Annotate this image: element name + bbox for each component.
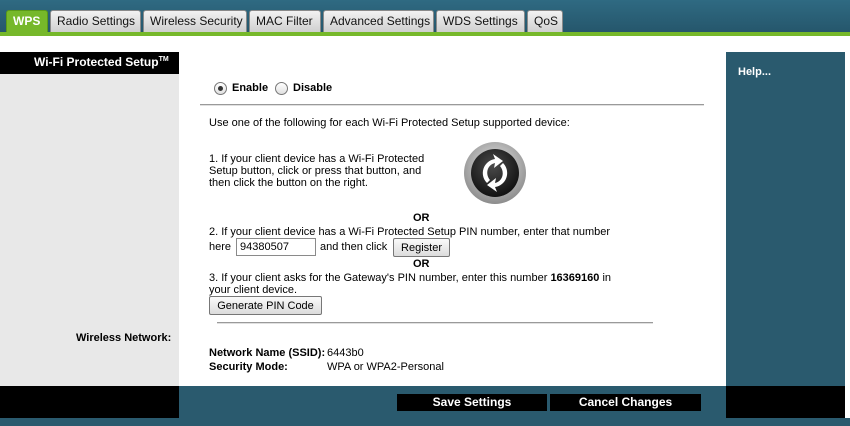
section-title-text: Wi-Fi Protected Setup <box>34 55 159 69</box>
section-title: Wi-Fi Protected SetupTM <box>0 52 179 74</box>
or-separator-1: OR <box>413 212 430 224</box>
ssid-value: 6443b0 <box>327 347 364 359</box>
gateway-pin: 16369160 <box>550 272 600 284</box>
divider <box>200 104 704 106</box>
security-mode-value: WPA or WPA2-Personal <box>327 361 444 373</box>
wireless-network-label: Wireless Network: <box>76 332 172 344</box>
tab-mac-filter[interactable]: MAC Filter <box>249 10 321 32</box>
tab-wireless-security[interactable]: Wireless Security <box>143 10 247 32</box>
step2-here-label: here <box>209 241 232 253</box>
divider <box>217 322 653 324</box>
enable-label[interactable]: Enable <box>232 82 268 94</box>
tab-wps[interactable]: WPS <box>6 10 48 33</box>
tab-radio-settings[interactable]: Radio Settings <box>50 10 141 32</box>
register-button[interactable]: Register <box>393 238 450 257</box>
step3-text: 3. If your client asks for the Gateway's… <box>209 272 611 284</box>
step2-then-label: and then click <box>320 241 388 253</box>
tab-qos[interactable]: QoS <box>527 10 563 32</box>
page-base <box>0 418 850 426</box>
main-panel <box>179 43 726 386</box>
wps-intro-text: Use one of the following for each Wi-Fi … <box>209 117 570 129</box>
security-mode-label: Security Mode: <box>209 361 288 373</box>
tab-wds-settings[interactable]: WDS Settings <box>436 10 525 32</box>
cancel-changes-button[interactable]: Cancel Changes <box>550 394 701 411</box>
step1-text-1: 1. If your client device has a Wi-Fi Pro… <box>209 153 425 165</box>
left-footer <box>0 386 179 418</box>
enable-radio[interactable] <box>214 82 227 95</box>
right-footer <box>726 386 845 418</box>
tab-advanced-settings[interactable]: Advanced Settings <box>323 10 434 32</box>
trademark-mark: TM <box>158 56 169 63</box>
step3-suffix: in <box>602 272 612 284</box>
wps-push-button-icon[interactable] <box>463 141 527 205</box>
save-settings-button[interactable]: Save Settings <box>397 394 547 411</box>
generate-pin-button[interactable]: Generate PIN Code <box>209 296 322 315</box>
help-link[interactable]: Help... <box>738 66 771 78</box>
client-pin-input[interactable] <box>236 238 316 256</box>
step2-text: 2. If your client device has a Wi-Fi Pro… <box>209 226 611 238</box>
ssid-label: Network Name (SSID): <box>209 347 326 359</box>
step3-text-2: your client device. <box>209 284 298 296</box>
right-edge <box>845 36 850 426</box>
disable-radio[interactable] <box>275 82 288 95</box>
step1-text-2: Setup button, click or press that button… <box>209 165 422 177</box>
step3-prefix: 3. If your client asks for the Gateway's… <box>209 272 548 284</box>
step1-text-3: then click the button on the right. <box>209 177 368 189</box>
disable-label[interactable]: Disable <box>293 82 332 94</box>
or-separator-2: OR <box>413 258 430 270</box>
help-panel: Help... <box>726 52 845 386</box>
